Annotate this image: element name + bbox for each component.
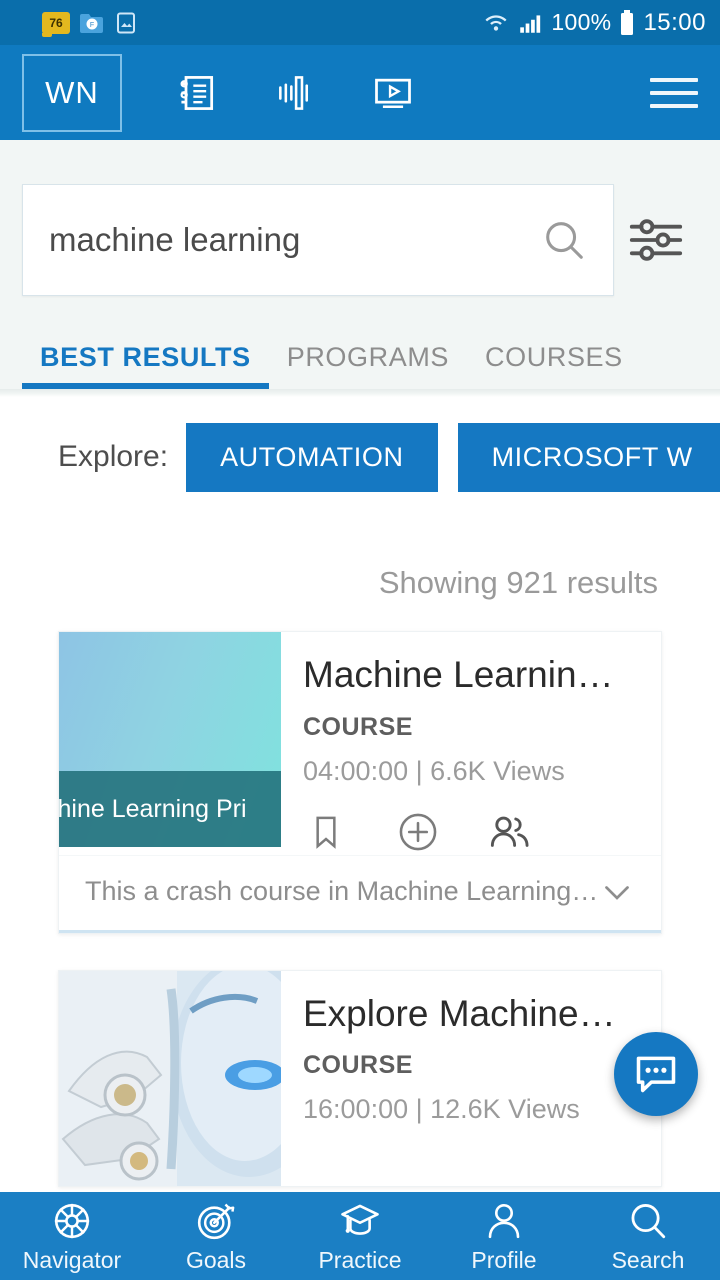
- notes-badge-icon: 76: [42, 11, 70, 37]
- target-dart-icon: [194, 1199, 238, 1243]
- result-description: This a crash course in Machine Learning.…: [85, 876, 599, 907]
- bookmark-icon[interactable]: [303, 809, 349, 855]
- result-action-row: [303, 809, 641, 855]
- results-count-label: Showing 921 results: [378, 565, 658, 600]
- card-spacer: [0, 934, 720, 970]
- signal-icon: [520, 14, 541, 33]
- tab-programs-label: PROGRAMS: [286, 342, 450, 372]
- explore-bar: Explore: AUTOMATION MICROSOFT W: [0, 397, 720, 517]
- result-title[interactable]: Explore Machine…: [303, 993, 641, 1036]
- chat-bubble-icon: [636, 1056, 676, 1093]
- status-bar-left-icons: 76 F: [42, 11, 138, 37]
- nav-item-practice-label: Practice: [318, 1246, 402, 1273]
- nav-item-navigator[interactable]: Navigator: [0, 1199, 144, 1274]
- file-manager-icon: F: [80, 13, 103, 33]
- nav-item-practice[interactable]: Practice: [288, 1199, 432, 1274]
- search-input[interactable]: machine learning: [22, 184, 614, 296]
- tab-courses-label: COURSES: [485, 342, 623, 372]
- result-meta: 16:00:00 | 12.6K Views: [303, 1094, 580, 1125]
- result-card-body: Machine Learnin… COURSE 04:00:00 | 6.6K …: [281, 632, 661, 855]
- search-row: machine learning: [0, 184, 720, 296]
- results-list: Showing 921 results chine Learning Pri M…: [0, 517, 720, 1187]
- nav-item-profile-label: Profile: [471, 1246, 537, 1273]
- filter-sliders-icon[interactable]: [614, 198, 698, 282]
- result-type-label: COURSE: [303, 712, 413, 741]
- app-logo[interactable]: WN: [22, 53, 122, 132]
- video-player-icon[interactable]: [370, 70, 416, 116]
- app-bar-icon-group: [174, 70, 416, 116]
- result-card-main: Explore Machine… COURSE 16:00:00 | 12.6K…: [59, 970, 661, 1186]
- badge-count: 76: [49, 15, 63, 30]
- nav-item-navigator-label: Navigator: [22, 1246, 122, 1273]
- search-zone: machine learning BEST RESULTS PROGRAMS C…: [0, 140, 720, 397]
- result-card-body: Explore Machine… COURSE 16:00:00 | 12.6K…: [281, 971, 661, 1186]
- chevron-down-icon[interactable]: [599, 874, 635, 910]
- thumbnail-caption-text: chine Learning Pri: [59, 794, 247, 823]
- nav-item-search[interactable]: Search: [576, 1199, 720, 1274]
- status-bar: 76 F 100% 15:00: [0, 0, 720, 45]
- nav-item-goals[interactable]: Goals: [144, 1199, 288, 1274]
- app-logo-text: WN: [45, 74, 99, 110]
- tab-best-results[interactable]: BEST RESULTS: [22, 342, 269, 389]
- result-tabs: BEST RESULTS PROGRAMS COURSES: [0, 296, 720, 389]
- app-bar: WN: [0, 45, 720, 140]
- audio-waveform-icon[interactable]: [272, 70, 318, 116]
- graduation-cap-icon: [338, 1199, 382, 1243]
- tab-best-results-label: BEST RESULTS: [40, 342, 251, 372]
- add-plus-icon[interactable]: [395, 809, 441, 855]
- status-bar-right: 100% 15:00: [483, 9, 706, 37]
- nav-item-profile[interactable]: Profile: [432, 1199, 576, 1274]
- result-thumbnail[interactable]: [59, 970, 281, 1186]
- wifi-icon: [485, 14, 507, 31]
- result-description-row[interactable]: This a crash course in Machine Learning.…: [59, 854, 661, 930]
- explore-chip-microsoft-word-label: MICROSOFT W: [491, 441, 693, 472]
- result-card[interactable]: chine Learning Pri Machine Learnin… COUR…: [58, 631, 662, 934]
- person-icon: [482, 1199, 526, 1243]
- thumbnail-caption: chine Learning Pri: [59, 771, 281, 847]
- search-icon: [626, 1199, 670, 1243]
- svg-text:F: F: [90, 22, 94, 29]
- battery-icon: [621, 9, 634, 35]
- group-people-icon[interactable]: [487, 809, 533, 855]
- tab-programs[interactable]: PROGRAMS: [269, 342, 467, 389]
- result-card[interactable]: Explore Machine… COURSE 16:00:00 | 12.6K…: [58, 969, 662, 1187]
- result-thumbnail[interactable]: chine Learning Pri: [59, 632, 281, 847]
- notebook-icon[interactable]: [174, 70, 220, 116]
- result-card-main: chine Learning Pri Machine Learnin… COUR…: [59, 632, 661, 855]
- search-icon[interactable]: [541, 217, 587, 263]
- nav-item-search-label: Search: [611, 1246, 685, 1273]
- app-root: 76 F 100% 15:00 WN machine learning BEST…: [0, 0, 720, 1280]
- thumbnail-robot-photo: [59, 970, 281, 1186]
- clock-label: 15:00: [643, 8, 706, 36]
- result-title[interactable]: Machine Learnin…: [303, 654, 641, 697]
- result-type-label: COURSE: [303, 1051, 413, 1080]
- explore-chip-automation-label: AUTOMATION: [220, 441, 404, 472]
- hamburger-menu-icon[interactable]: [650, 74, 698, 112]
- result-card-underline: [59, 929, 661, 933]
- bottom-navigation: Navigator Goals Practice Profile Search: [0, 1192, 720, 1280]
- tab-courses[interactable]: COURSES: [467, 342, 641, 389]
- explore-chip-microsoft-word[interactable]: MICROSOFT W: [457, 422, 720, 492]
- search-input-value: machine learning: [49, 221, 301, 258]
- explore-label: Explore:: [58, 440, 169, 473]
- tabs-divider: [0, 389, 720, 397]
- result-meta: 04:00:00 | 6.6K Views: [303, 755, 565, 786]
- nav-item-goals-label: Goals: [185, 1246, 247, 1273]
- chat-fab-button[interactable]: [614, 1032, 698, 1116]
- explore-chip-automation[interactable]: AUTOMATION: [186, 422, 438, 492]
- explore-chip-list: AUTOMATION MICROSOFT W: [186, 422, 720, 492]
- gallery-icon: [117, 12, 135, 33]
- battery-percent-label: 100%: [551, 9, 612, 35]
- ship-wheel-icon: [50, 1199, 94, 1243]
